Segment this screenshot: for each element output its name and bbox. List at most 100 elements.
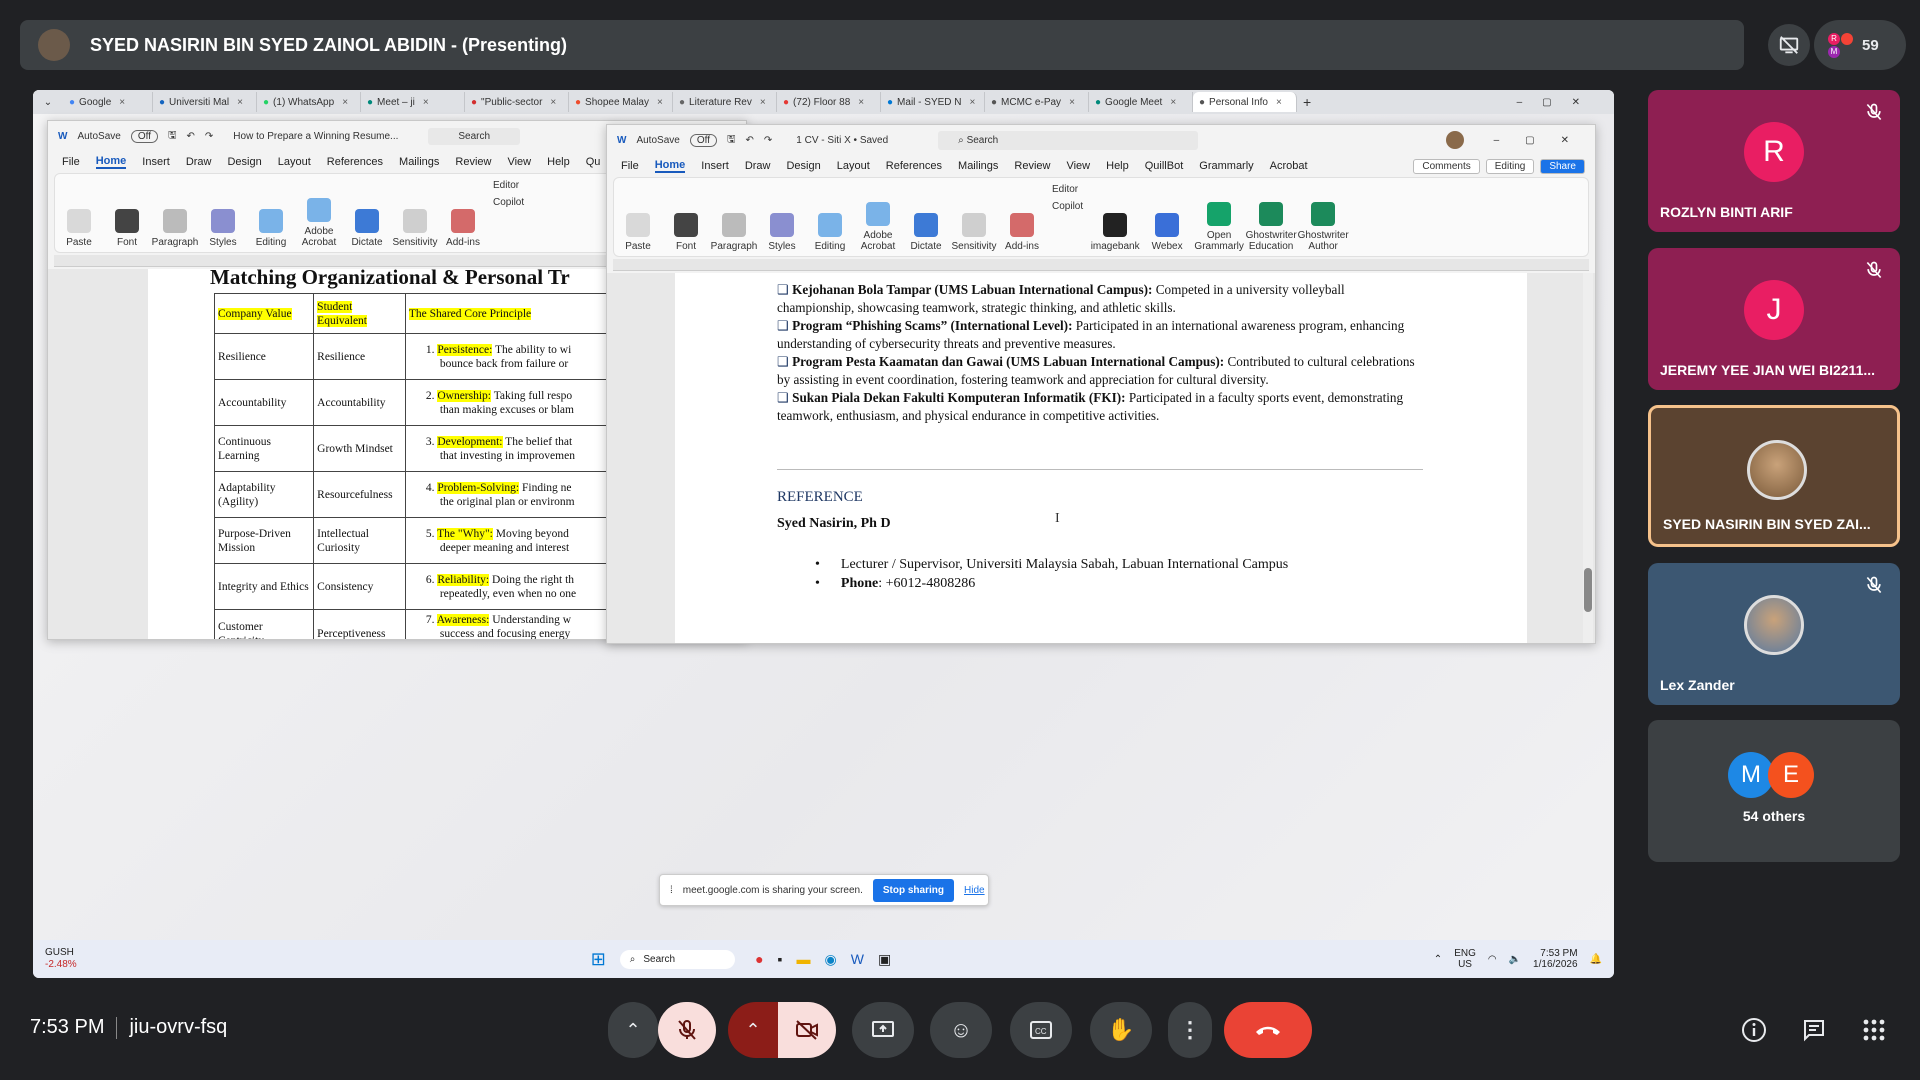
- menu-help[interactable]: Help: [547, 156, 570, 168]
- raise-hand-button[interactable]: ✋: [1090, 1002, 1152, 1058]
- ribbon-font[interactable]: Font: [662, 178, 710, 256]
- tray-chevron-icon[interactable]: ⌃: [1434, 954, 1442, 965]
- redo-icon[interactable]: ↷: [764, 135, 772, 146]
- ribbon-add-ins[interactable]: Add-ins: [998, 178, 1046, 256]
- menu-file[interactable]: File: [62, 156, 80, 168]
- browser-tab[interactable]: ● (1) WhatsApp ×: [257, 92, 361, 112]
- undo-icon[interactable]: ↶: [187, 131, 195, 142]
- stop-sharing-button[interactable]: Stop sharing: [872, 878, 954, 902]
- menu-file[interactable]: File: [621, 160, 639, 172]
- ribbon-ghostwriter-author[interactable]: Ghostwriter Author: [1297, 178, 1349, 256]
- window-controls[interactable]: –▢✕: [1517, 97, 1600, 108]
- user-avatar[interactable]: [1445, 131, 1464, 149]
- tab-close-icon[interactable]: ×: [858, 97, 864, 108]
- audio-options-button[interactable]: ⌃: [608, 1002, 658, 1058]
- reactions-button[interactable]: ☺: [930, 1002, 992, 1058]
- menu-mailings[interactable]: Mailings: [399, 156, 439, 168]
- tab-close-icon[interactable]: ×: [1276, 97, 1282, 108]
- ribbon-add-ins[interactable]: Add-ins: [439, 174, 487, 252]
- document-title[interactable]: How to Prepare a Winning Resume...: [233, 131, 398, 142]
- zoom-app-icon[interactable]: ▣: [878, 951, 891, 968]
- ribbon-paste[interactable]: Paste: [55, 174, 103, 252]
- tab-close-icon[interactable]: ×: [970, 97, 976, 108]
- leave-call-button[interactable]: [1224, 1002, 1312, 1058]
- share-button[interactable]: Share: [1540, 158, 1585, 174]
- search-input[interactable]: ⌕ Search: [938, 130, 1199, 150]
- redo-icon[interactable]: ↷: [205, 131, 213, 142]
- menu-quillbot[interactable]: QuillBot: [1145, 160, 1184, 172]
- participant-tile[interactable]: J JEREMY YEE JIAN WEI BI2211...: [1648, 248, 1900, 390]
- present-button[interactable]: [852, 1002, 914, 1058]
- save-icon[interactable]: 🖫: [168, 128, 177, 145]
- edge-icon[interactable]: ◉: [825, 951, 837, 968]
- editing-button[interactable]: Editing: [1485, 158, 1535, 174]
- scrollbar-thumb[interactable]: [1584, 568, 1592, 612]
- tab-close-icon[interactable]: ×: [657, 97, 663, 108]
- camera-button[interactable]: [778, 1002, 836, 1058]
- participant-tile[interactable]: M E 54 others: [1648, 720, 1900, 862]
- tab-close-icon[interactable]: ×: [550, 97, 556, 108]
- browser-tab[interactable]: ● Meet – ji ×: [361, 92, 465, 112]
- chat-button[interactable]: [1794, 1010, 1834, 1050]
- browser-tab[interactable]: ● MCMC e-Pay ×: [985, 92, 1089, 112]
- autosave-toggle[interactable]: Off: [130, 129, 158, 143]
- ribbon-font[interactable]: Font: [103, 174, 151, 252]
- widget-icon[interactable]: ●: [755, 951, 763, 968]
- ribbon-dictate[interactable]: Dictate: [343, 174, 391, 252]
- participant-tile[interactable]: SYED NASIRIN BIN SYED ZAI...: [1648, 405, 1900, 547]
- ribbon-adobe-acrobat[interactable]: Adobe Acrobat: [295, 174, 343, 252]
- tab-close-icon[interactable]: ×: [1170, 97, 1176, 108]
- menu-help[interactable]: Help: [1106, 160, 1129, 172]
- taskbar-clock[interactable]: 7:53 PM 1/16/2026: [1533, 948, 1578, 970]
- ribbon-open-grammarly[interactable]: Open Grammarly: [1193, 178, 1245, 256]
- browser-tab[interactable]: ● "Public-sector ×: [465, 92, 569, 112]
- new-tab-icon[interactable]: +: [1303, 94, 1311, 110]
- menu-design[interactable]: Design: [227, 156, 261, 168]
- search-input[interactable]: Search: [428, 127, 521, 145]
- windows-start-icon[interactable]: ⊞: [591, 949, 606, 970]
- drag-handle-icon[interactable]: ⁞: [670, 885, 673, 896]
- tab-close-icon[interactable]: ×: [119, 97, 125, 108]
- menu-view[interactable]: View: [507, 156, 531, 168]
- wifi-icon[interactable]: ◠: [1488, 954, 1497, 965]
- autosave-toggle[interactable]: Off: [689, 133, 717, 147]
- menu-home[interactable]: Home: [654, 159, 686, 173]
- meeting-details-button[interactable]: [1734, 1010, 1774, 1050]
- document-title[interactable]: 1 CV - Siti X • Saved: [796, 135, 888, 146]
- menu-design[interactable]: Design: [786, 160, 820, 172]
- browser-tab[interactable]: ● Google Meet ×: [1089, 92, 1193, 112]
- tab-close-icon[interactable]: ×: [237, 97, 243, 108]
- menu-draw[interactable]: Draw: [186, 156, 212, 168]
- tab-list-icon[interactable]: ⌄: [33, 97, 63, 108]
- language-indicator[interactable]: ENG US: [1454, 948, 1476, 970]
- menu-insert[interactable]: Insert: [142, 156, 170, 168]
- menu-insert[interactable]: Insert: [701, 160, 729, 172]
- ribbon-sensitivity[interactable]: Sensitivity: [950, 178, 998, 256]
- comments-button[interactable]: Comments: [1413, 158, 1480, 174]
- window-controls[interactable]: –▢✕: [1494, 135, 1595, 146]
- word-taskbar-icon[interactable]: W: [851, 951, 864, 968]
- save-icon[interactable]: 🖫: [727, 132, 736, 149]
- browser-tab[interactable]: ● Universiti Mal ×: [153, 92, 257, 112]
- hide-button[interactable]: Hide: [964, 885, 985, 896]
- ribbon-dictate[interactable]: Dictate: [902, 178, 950, 256]
- ribbon-editing[interactable]: Editing: [247, 174, 295, 252]
- microphone-button[interactable]: [658, 1002, 716, 1058]
- taskbar-search[interactable]: ⌕ Search: [619, 949, 736, 969]
- tab-close-icon[interactable]: ×: [760, 97, 766, 108]
- ribbon-paragraph[interactable]: Paragraph: [710, 178, 758, 256]
- participants-button[interactable]: RM 59: [1814, 20, 1906, 70]
- participant-tile[interactable]: R ROZLYN BINTI ARIF: [1648, 90, 1900, 232]
- menu-grammarly[interactable]: Grammarly: [1199, 160, 1253, 172]
- editor-button[interactable]: Editor: [1052, 184, 1083, 195]
- file-explorer-icon[interactable]: ▬: [797, 951, 811, 968]
- captions-off-button[interactable]: [1768, 24, 1810, 66]
- menu-home[interactable]: Home: [95, 155, 127, 169]
- menu-view[interactable]: View: [1066, 160, 1090, 172]
- menu-references[interactable]: References: [886, 160, 942, 172]
- video-options-button[interactable]: ⌃: [728, 1002, 778, 1058]
- browser-tab[interactable]: ● Google ×: [63, 92, 153, 112]
- copilot-button[interactable]: Copilot: [493, 197, 524, 208]
- captions-button[interactable]: CC: [1010, 1002, 1072, 1058]
- ribbon-ghostwriter-education[interactable]: Ghostwriter Education: [1245, 178, 1297, 256]
